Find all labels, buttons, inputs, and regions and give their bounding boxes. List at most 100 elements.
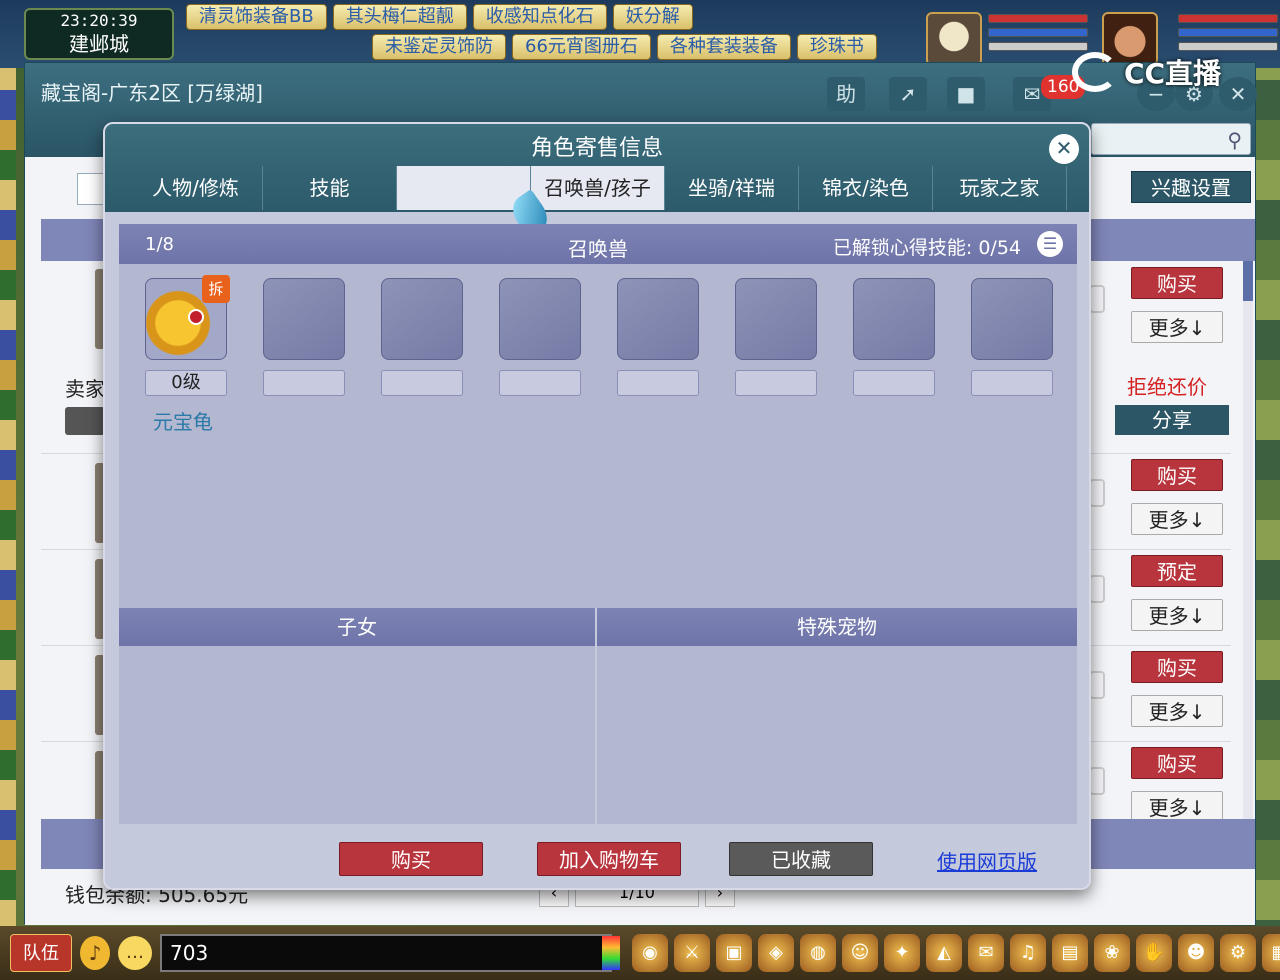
chat-bubble-icon[interactable]: …: [118, 936, 152, 970]
compare-icon[interactable]: [1089, 671, 1105, 699]
ticker-item[interactable]: 珍珠书: [796, 34, 877, 60]
pet-slot-empty: [735, 278, 817, 360]
buy-button[interactable]: 购买: [1131, 459, 1223, 491]
pet-slot-label: [263, 370, 345, 396]
ticker-item[interactable]: 清灵饰装备BB: [186, 4, 327, 30]
unlocked-skills-count: 已解锁心得技能: 0/54: [832, 237, 1021, 259]
interest-settings-button[interactable]: 兴趣设置: [1131, 171, 1251, 203]
character-icon[interactable]: ☺: [842, 934, 878, 972]
compare-icon[interactable]: [1089, 285, 1105, 313]
pet-menu-icon[interactable]: ◉: [632, 934, 668, 972]
special-pets-panel: 特殊宠物: [597, 608, 1077, 824]
stop-icon[interactable]: ■: [947, 77, 985, 111]
dialog-close-icon[interactable]: ✕: [1049, 134, 1079, 164]
gift-icon[interactable]: ❀: [1094, 934, 1130, 972]
weapon-icon[interactable]: ⚔: [674, 934, 710, 972]
pet-slot-label: [381, 370, 463, 396]
cbg-window-title: 藏宝阁-广东2区 [万绿湖]: [41, 81, 263, 105]
compare-icon[interactable]: [1089, 479, 1105, 507]
bell-icon[interactable]: ♫: [1010, 934, 1046, 972]
pet-slot-empty: [971, 278, 1053, 360]
tab-pets-children[interactable]: 召唤兽/孩子: [531, 166, 665, 210]
more-button[interactable]: 更多↓: [1131, 599, 1223, 631]
ticker-item[interactable]: 66元宵图册石: [512, 34, 651, 60]
ticker-item[interactable]: 妖分解: [612, 4, 693, 30]
web-version-link[interactable]: 使用网页版: [937, 846, 1037, 875]
reserve-button[interactable]: 预定: [1131, 555, 1223, 587]
buy-button[interactable]: 购买: [1131, 651, 1223, 683]
split-badge: 拆: [202, 275, 230, 303]
ticker-item[interactable]: 各种套装装备: [656, 34, 791, 60]
map-icon[interactable]: ◭: [926, 934, 962, 972]
dialog-header: 角色寄售信息 ✕ 人物/修炼 技能 召唤兽/孩子 坐骑/祥瑞 锦衣/染色 玩家之…: [105, 124, 1089, 212]
stream-watermark: CC直播: [1072, 52, 1221, 92]
pet-slot-filled[interactable]: 拆: [145, 275, 230, 360]
ticker-item[interactable]: 其头梅仁超靓: [332, 4, 467, 30]
add-to-cart-button[interactable]: 加入购物车: [537, 842, 681, 876]
more-button[interactable]: 更多↓: [1131, 503, 1223, 535]
seller-button[interactable]: [65, 407, 105, 435]
book-icon[interactable]: ▤: [1052, 934, 1088, 972]
tab-blank[interactable]: [397, 166, 531, 210]
chat-color-picker[interactable]: [602, 936, 620, 970]
children-panel: 子女: [119, 608, 595, 824]
game-bottom-bar: 队伍 ♪ … 703 ◉ ⚔ ▣ ◈ ◍ ☺ ✦ ◭ ✉ ♫ ▤ ❀ ✋ ☻ ⚙…: [0, 926, 1280, 980]
smile-icon[interactable]: ☻: [1178, 934, 1214, 972]
search-input[interactable]: ⚲: [1091, 123, 1251, 155]
ticker-item[interactable]: 未鉴定灵饰防: [372, 34, 506, 60]
tab-character[interactable]: 人物/修炼: [129, 166, 263, 210]
game-clock: 23:20:39 建邺城: [24, 8, 174, 60]
buy-button[interactable]: 购买: [1131, 747, 1223, 779]
handshake-icon[interactable]: ✋: [1136, 934, 1172, 972]
search-icon[interactable]: ⚲: [1227, 128, 1242, 152]
pet-slot-label: [971, 370, 1053, 396]
close-icon[interactable]: ✕: [1219, 77, 1257, 111]
scrollbar-thumb[interactable]: [1243, 261, 1253, 301]
ticker-row-2: 未鉴定灵饰防 66元宵图册石 各种套装装备 珍珠书: [372, 34, 877, 60]
help-button[interactable]: 助: [827, 77, 865, 111]
pet-status-bars: [988, 14, 1088, 51]
system-icon[interactable]: ▦: [1262, 934, 1280, 972]
pet-portrait[interactable]: [926, 12, 982, 66]
dialog-tabs: 人物/修炼 技能 召唤兽/孩子 坐骑/祥瑞 锦衣/染色 玩家之家: [129, 166, 1067, 210]
more-button[interactable]: 更多↓: [1131, 311, 1223, 343]
dialog-footer: 购买 加入购物车 已收藏 使用网页版: [105, 826, 1089, 888]
city-name: 建邺城: [69, 32, 129, 56]
share-icon[interactable]: ➚: [889, 77, 927, 111]
tab-outfits[interactable]: 锦衣/染色: [799, 166, 933, 210]
tab-skills[interactable]: 技能: [263, 166, 397, 210]
bag-icon[interactable]: ◍: [800, 934, 836, 972]
pet-slot-empty: [617, 278, 699, 360]
list-menu-icon[interactable]: ☰: [1037, 231, 1063, 257]
gear-icon[interactable]: ⚙: [1220, 934, 1256, 972]
team-button[interactable]: 队伍: [10, 934, 72, 972]
favorited-button[interactable]: 已收藏: [729, 842, 873, 876]
pet-slot-label: [499, 370, 581, 396]
compare-icon[interactable]: [1089, 767, 1105, 795]
microphone-icon[interactable]: ♪: [80, 936, 110, 970]
ticker-item[interactable]: 收感知点化石: [472, 4, 607, 30]
tab-player-home[interactable]: 玩家之家: [933, 166, 1067, 210]
dialog-title: 角色寄售信息: [530, 136, 663, 161]
seller-label: 卖家: [65, 377, 105, 401]
pet-name[interactable]: 元宝龟: [153, 406, 213, 435]
role-sale-info-dialog: 角色寄售信息 ✕ 人物/修炼 技能 召唤兽/孩子 坐骑/祥瑞 锦衣/染色 玩家之…: [103, 122, 1091, 890]
buy-button[interactable]: 购买: [1131, 267, 1223, 299]
shield-icon[interactable]: ◈: [758, 934, 794, 972]
stream-logo-text: CC直播: [1124, 57, 1222, 90]
buy-button[interactable]: 购买: [339, 842, 483, 876]
pet-level: 0级: [145, 370, 227, 396]
children-heading: 子女: [119, 608, 595, 646]
pet-slot-empty: [263, 278, 345, 360]
share-button[interactable]: 分享: [1115, 405, 1229, 435]
compare-icon[interactable]: [1089, 575, 1105, 603]
pet-slot-label: [617, 370, 699, 396]
tab-mounts[interactable]: 坐骑/祥瑞: [665, 166, 799, 210]
more-button[interactable]: 更多↓: [1131, 695, 1223, 727]
chat-input[interactable]: 703: [160, 934, 612, 972]
skill-icon[interactable]: ✦: [884, 934, 920, 972]
scroll-icon[interactable]: ✉: [968, 934, 1004, 972]
clock-time: 23:20:39: [60, 11, 138, 30]
list-scrollbar[interactable]: [1243, 261, 1253, 821]
treasure-chest-icon[interactable]: ▣: [716, 934, 752, 972]
